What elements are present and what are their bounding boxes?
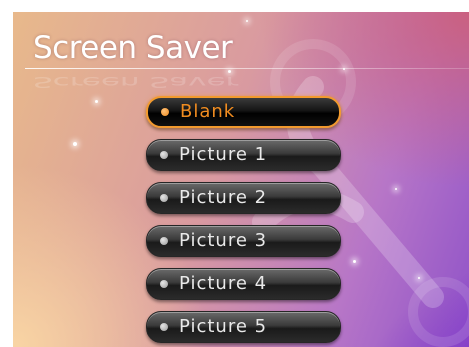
menu-item-label: Picture 5	[179, 316, 268, 337]
sparkle	[73, 142, 77, 146]
menu-item-label: Picture 2	[179, 187, 268, 208]
menu-item-blank[interactable]: Blank	[146, 96, 341, 128]
bullet-dot-icon	[161, 108, 169, 116]
screen-saver-menu: Blank Picture 1 Picture 2 Picture 3 Pict…	[146, 96, 341, 347]
menu-item-picture-3[interactable]: Picture 3	[146, 225, 341, 257]
bullet-dot-icon	[160, 194, 168, 202]
menu-item-label: Picture 3	[179, 230, 268, 251]
menu-item-picture-5[interactable]: Picture 5	[146, 311, 341, 343]
bullet-dot-icon	[160, 280, 168, 288]
menu-item-picture-2[interactable]: Picture 2	[146, 182, 341, 214]
menu-item-picture-1[interactable]: Picture 1	[146, 139, 341, 171]
screen-saver-screen: Screen Saver Screen Saver Blank Picture …	[13, 12, 469, 347]
title-divider	[25, 68, 469, 69]
sparkle	[418, 277, 420, 279]
sparkle	[95, 100, 98, 103]
sparkle	[246, 20, 248, 22]
bullet-dot-icon	[160, 151, 168, 159]
page-title-reflection: Screen Saver	[33, 73, 239, 91]
bullet-dot-icon	[160, 323, 168, 331]
menu-item-label: Picture 1	[179, 144, 268, 165]
sparkle	[395, 188, 397, 190]
bullet-dot-icon	[160, 237, 168, 245]
menu-item-picture-4[interactable]: Picture 4	[146, 268, 341, 300]
sparkle	[353, 260, 356, 263]
page-title: Screen Saver	[33, 30, 233, 66]
menu-item-label: Picture 4	[179, 273, 268, 294]
menu-item-label: Blank	[180, 101, 236, 122]
